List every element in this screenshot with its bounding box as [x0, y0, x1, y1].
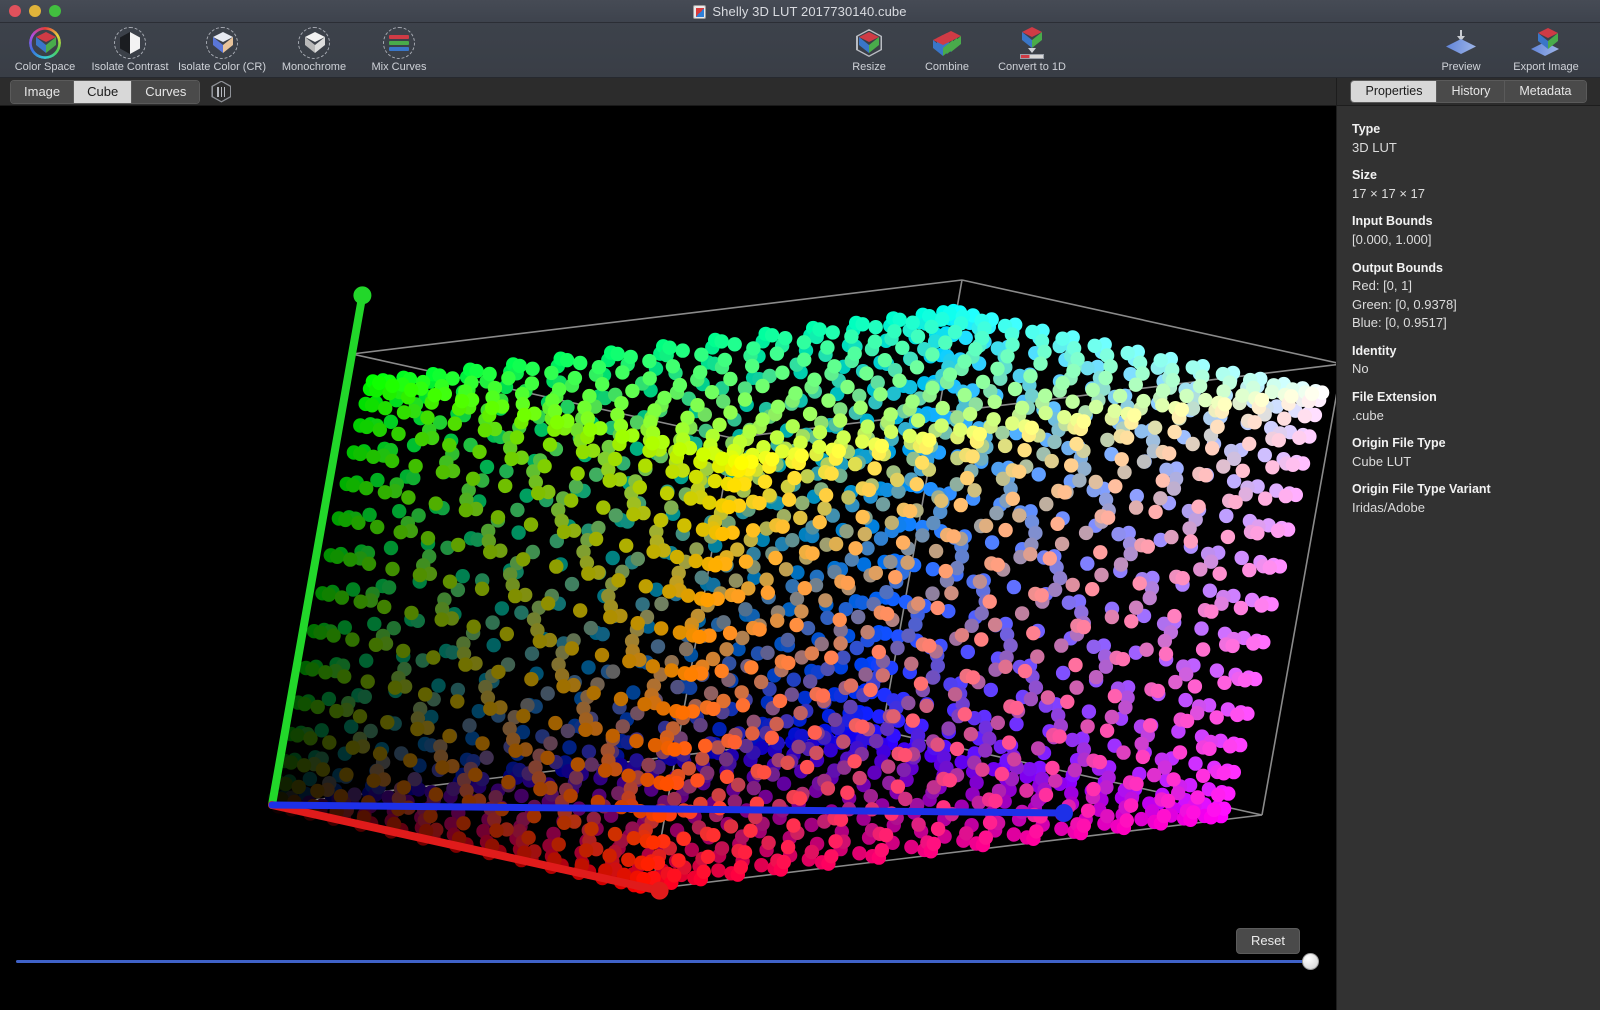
property-key: File Extension — [1352, 389, 1437, 404]
tab-cube[interactable]: Cube — [74, 80, 133, 103]
tab-metadata[interactable]: Metadata — [1505, 81, 1586, 102]
toolbar-button-export-image[interactable]: Export Image — [1500, 23, 1592, 73]
property-origin-file-type: Origin File Type Cube LUT — [1352, 434, 1600, 471]
isolate-color-icon — [205, 26, 239, 60]
minimize-button[interactable] — [29, 5, 41, 17]
tab-image[interactable]: Image — [11, 80, 75, 103]
tab-curves[interactable]: Curves — [132, 80, 200, 103]
property-origin-file-type-variant: Origin File Type Variant Iridas/Adobe — [1352, 480, 1600, 517]
property-value: Iridas/Adobe — [1352, 500, 1425, 516]
property-value: .cube — [1352, 407, 1384, 423]
mix-curves-icon — [382, 26, 416, 60]
toolbar-group-adjustments: Color Space Isolate Contrast Isolate Col… — [6, 23, 438, 78]
property-key: Origin File Type — [1352, 436, 1446, 451]
toolbar-button-combine[interactable]: Combine — [908, 23, 986, 73]
property-value: 3D LUT — [1352, 139, 1397, 155]
color-space-cube-icon — [28, 26, 62, 60]
view-mode-segmented-control[interactable]: Image Cube Curves — [10, 79, 201, 104]
toolbar-label-combine: Combine — [924, 61, 970, 73]
window-controls[interactable] — [9, 5, 61, 17]
window-title: Shelly 3D LUT 2017730140.cube — [712, 4, 907, 19]
cube-zoom-slider[interactable] — [16, 951, 1319, 971]
property-value: [0.000, 1.000] — [1352, 232, 1432, 248]
toolbar-button-isolate-contrast[interactable]: Isolate Contrast — [84, 23, 176, 73]
convert-to-1d-icon — [1015, 26, 1049, 60]
main-toolbar: Color Space Isolate Contrast Isolate Col… — [0, 23, 1600, 78]
property-key: Type — [1352, 122, 1381, 136]
toolbar-label-resize: Resize — [852, 61, 886, 73]
toolbar-group-output: Preview Export Image — [1422, 23, 1592, 78]
zoom-button[interactable] — [49, 5, 61, 17]
slider-knob[interactable] — [1302, 953, 1319, 970]
toolbar-button-preview[interactable]: Preview — [1422, 23, 1500, 73]
property-key: Origin File Type Variant — [1352, 482, 1491, 497]
tab-properties[interactable]: Properties — [1351, 81, 1438, 102]
toolbar-label-isolate-contrast: Isolate Contrast — [91, 61, 169, 73]
export-image-icon — [1529, 26, 1563, 60]
monochrome-cube-icon — [297, 26, 331, 60]
combine-cubes-icon — [930, 26, 964, 60]
slider-track[interactable] — [16, 960, 1318, 963]
toolbar-button-mix-curves[interactable]: Mix Curves — [360, 23, 438, 73]
property-value: Cube LUT — [1352, 453, 1412, 469]
cube-viewport[interactable]: Reset — [0, 106, 1336, 1010]
property-key: Size — [1352, 168, 1378, 183]
toolbar-button-convert-to-1d[interactable]: Convert to 1D — [986, 23, 1078, 73]
resize-cube-icon — [852, 26, 886, 60]
toolbar-button-isolate-color[interactable]: Isolate Color (CR) — [176, 23, 268, 73]
lut-app-window: Shelly 3D LUT 2017730140.cube Color Spac… — [0, 0, 1600, 1010]
title-bar: Shelly 3D LUT 2017730140.cube — [0, 0, 1600, 23]
isolate-contrast-icon — [113, 26, 147, 60]
toolbar-label-convert-to-1d: Convert to 1D — [998, 61, 1066, 73]
view-tab-strip: Image Cube Curves — [0, 78, 1336, 106]
property-key: Input Bounds — [1352, 214, 1433, 229]
property-key: Identity — [1352, 343, 1397, 358]
property-size: Size 17 × 17 × 17 — [1352, 166, 1600, 203]
toolbar-label-mix-curves: Mix Curves — [371, 61, 427, 73]
toolbar-group-transform: Resize Combine Convert to 1D — [830, 23, 1078, 78]
toolbar-button-monochrome[interactable]: Monochrome — [268, 23, 360, 73]
toolbar-label-preview: Preview — [1441, 61, 1481, 73]
property-file-extension: File Extension .cube — [1352, 388, 1600, 425]
tab-history[interactable]: History — [1437, 81, 1506, 102]
property-identity: Identity No — [1352, 342, 1600, 379]
properties-list: Type 3D LUT Size 17 × 17 × 17 Input Boun… — [1337, 106, 1600, 518]
toolbar-label-color-space: Color Space — [14, 61, 76, 73]
inspector-panel: Properties History Metadata Type 3D LUT … — [1336, 78, 1600, 1010]
property-key: Output Bounds — [1352, 260, 1443, 275]
toolbar-label-monochrome: Monochrome — [281, 61, 347, 73]
hex-slices-icon[interactable] — [211, 80, 232, 103]
property-value: No — [1352, 361, 1369, 377]
toolbar-label-export-image: Export Image — [1513, 61, 1579, 73]
lut-document-icon — [693, 4, 707, 19]
property-input-bounds: Input Bounds [0.000, 1.000] — [1352, 212, 1600, 249]
toolbar-label-isolate-color: Isolate Color (CR) — [177, 61, 267, 73]
property-value: 17 × 17 × 17 — [1352, 185, 1426, 201]
window-title-group: Shelly 3D LUT 2017730140.cube — [0, 0, 1600, 23]
inspector-segmented-control[interactable]: Properties History Metadata — [1350, 80, 1587, 103]
inspector-tab-strip: Properties History Metadata — [1337, 78, 1600, 106]
close-button[interactable] — [9, 5, 21, 17]
toolbar-button-resize[interactable]: Resize — [830, 23, 908, 73]
toolbar-button-color-space[interactable]: Color Space — [6, 23, 84, 73]
lut-point-cloud-chart — [264, 279, 1336, 900]
preview-plane-icon — [1444, 26, 1478, 60]
property-type: Type 3D LUT — [1352, 120, 1600, 157]
property-output-bounds: Output Bounds Red: [0, 1] Green: [0, 0.9… — [1352, 259, 1600, 333]
property-value: Red: [0, 1] Green: [0, 0.9378] Blue: [0,… — [1352, 278, 1457, 331]
